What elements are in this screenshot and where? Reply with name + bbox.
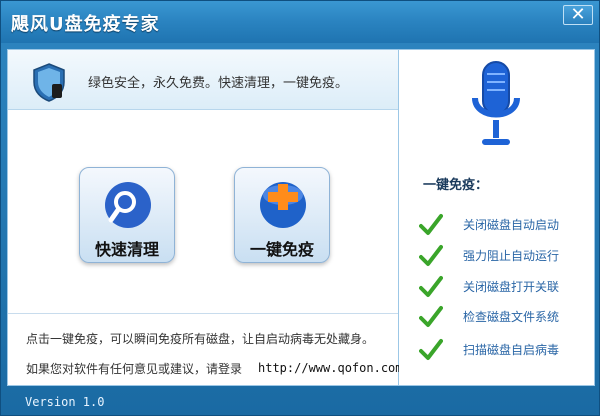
divider [8, 313, 398, 314]
feature-label: 关闭磁盘打开关联 [463, 280, 560, 294]
one-click-label: 一键免疫 [249, 240, 314, 259]
website-link[interactable]: http://www.qofon.com [258, 361, 403, 375]
quick-clean-button[interactable]: 快速清理 [79, 167, 175, 263]
feature-title: 一键免疫： [423, 178, 489, 193]
check-icon [419, 306, 443, 327]
check-icon [419, 339, 443, 360]
description-text: 点击一键免疫，可以瞬间免疫所有磁盘，让自启动病毒无处藏身。 [26, 332, 375, 346]
feature-label: 检查磁盘文件系统 [463, 310, 560, 324]
check-icon [419, 214, 443, 235]
feature-label: 强力阻止自动运行 [463, 249, 560, 263]
title-bar[interactable]: 飓风U盘免疫专家 ✕ [1, 1, 599, 43]
side-panel: 一键免疫： 关闭磁盘自动启动 强力阻止自动运行 关闭磁盘打开关联 检查磁盘文件系… [399, 49, 595, 386]
app-window: 飓风U盘免疫专家 ✕ 绿色安全，永久免费。快速清理，一键免疫。 快速清理 一键免… [0, 0, 600, 416]
status-bar: Version 1.0 [1, 389, 599, 415]
microphone-icon [472, 61, 520, 145]
plus-icon [260, 182, 306, 228]
main-panel: 绿色安全，永久免费。快速清理，一键免疫。 快速清理 一键免疫 点击一键免疫，可以… [7, 49, 403, 386]
version-label: Version 1.0 [25, 395, 105, 409]
window-title: 飓风U盘免疫专家 [11, 14, 160, 35]
magnifier-icon [105, 182, 151, 228]
check-icon [419, 245, 443, 266]
close-button[interactable]: ✕ [563, 5, 593, 25]
feature-item: 强力阻止自动运行 [419, 243, 589, 267]
feature-item: 关闭磁盘打开关联 [419, 274, 589, 298]
feature-item: 检查磁盘文件系统 [419, 304, 589, 328]
slogan-text: 绿色安全，永久免费。快速清理，一键免疫。 [88, 76, 349, 91]
one-click-immune-button[interactable]: 一键免疫 [234, 167, 330, 263]
quick-clean-label: 快速清理 [94, 240, 159, 259]
feature-item: 关闭磁盘自动启动 [419, 212, 589, 236]
feedback-text: 如果您对软件有任何意见或建议，请登录 [26, 362, 243, 376]
header-strip: 绿色安全，永久免费。快速清理，一键免疫。 [8, 50, 398, 110]
feature-label: 关闭磁盘自动启动 [463, 218, 560, 232]
feature-item: 扫描磁盘自启病毒 [419, 337, 589, 361]
feature-label: 扫描磁盘自启病毒 [463, 343, 560, 357]
shield-icon [33, 63, 65, 102]
check-icon [419, 276, 443, 297]
